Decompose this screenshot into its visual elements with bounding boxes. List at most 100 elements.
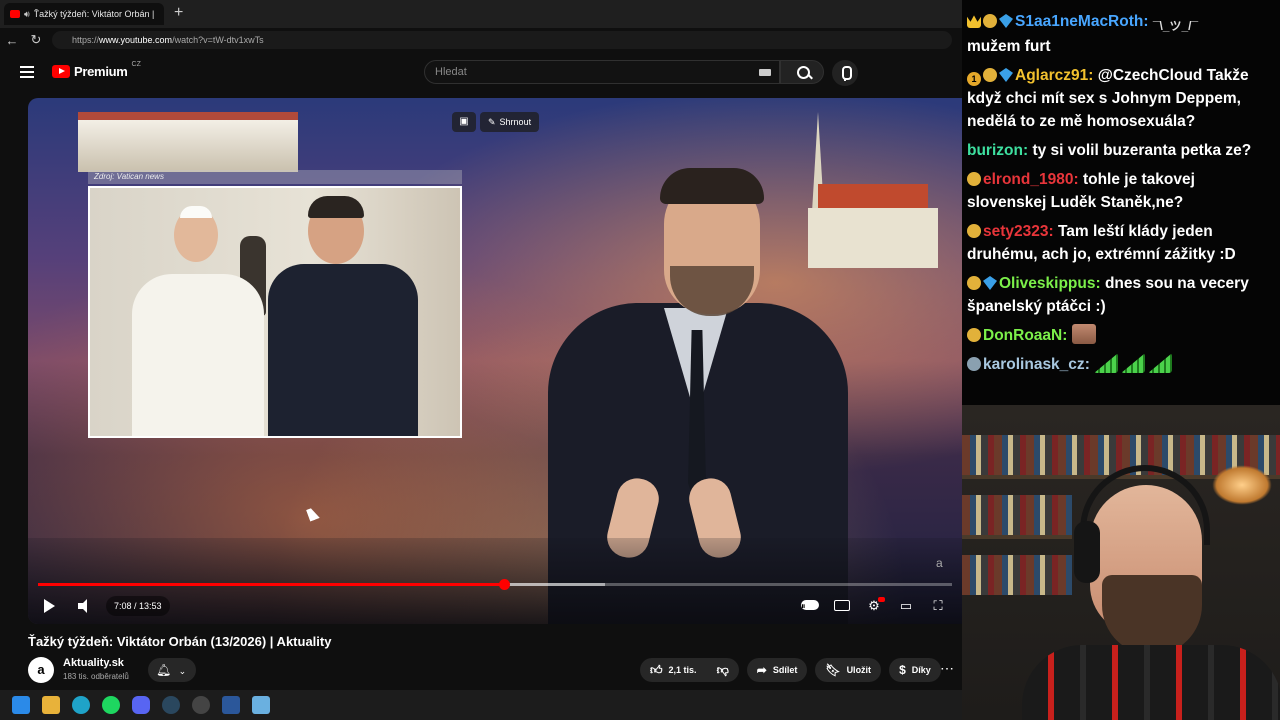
save-button[interactable]: 🔖︎ Uložit — [815, 658, 882, 682]
church-backdrop — [808, 184, 938, 268]
back-arrow-icon[interactable]: ← — [0, 33, 24, 48]
logo-text: Premium — [74, 64, 128, 79]
signal-bars-emote-icon — [1094, 353, 1119, 373]
notification-bell-button[interactable]: 🔔︎ ⌄ — [148, 658, 196, 682]
subscriber-count: 183 tis. odběratelů — [63, 672, 129, 681]
thanks-button[interactable]: $ Díky — [889, 658, 941, 682]
chat-username[interactable]: Oliveskippus — [999, 275, 1095, 292]
url-field[interactable]: https://www.youtube.com/watch?v=tW-dtv1x… — [52, 31, 952, 49]
webcam-feed — [962, 405, 1280, 720]
share-button[interactable]: ➦ Sdílet — [746, 658, 808, 682]
file-explorer-icon[interactable] — [42, 696, 60, 714]
gem-badge-icon — [999, 14, 1013, 28]
channel-name[interactable]: Aktuality.sk — [63, 657, 124, 669]
play-icon[interactable] — [44, 599, 55, 613]
steam-icon[interactable] — [162, 696, 180, 714]
video-player[interactable]: ▣ ✎ Shrnout Zdroj: Vatican news a 7:08 /… — [28, 98, 962, 624]
hand-badge-icon — [983, 14, 997, 28]
time-display: 7:08 / 13:53 — [106, 596, 170, 616]
browser-tab[interactable]: 🔊︎ Ťažký týždeň: Viktátor Orbán | — [4, 3, 164, 25]
autoplay-toggle-icon — [801, 597, 819, 615]
chat-username[interactable]: elrond_1980 — [983, 171, 1073, 188]
logo-region: CZ — [131, 61, 141, 68]
crown-badge-icon — [967, 15, 981, 28]
discord-icon[interactable] — [132, 696, 150, 714]
chat-username[interactable]: DonRoaaN — [983, 327, 1062, 344]
hand-badge-icon — [967, 172, 981, 186]
picture-in-picture-icon[interactable]: ▣ — [452, 112, 476, 132]
chat-username[interactable]: karolinask_cz — [983, 356, 1085, 373]
channel-watermark: a — [936, 556, 943, 570]
fullscreen-icon[interactable]: ⛶ — [928, 597, 948, 615]
signal-bars-emote-icon — [1148, 353, 1173, 373]
edge-browser-icon[interactable] — [72, 696, 90, 714]
chat-separator: : — [1095, 275, 1105, 292]
speaker-icon[interactable]: 🔊︎ — [24, 9, 30, 20]
chat-message: elrond_1980: tohle je takovej slovenskej… — [967, 168, 1276, 214]
politician-suit — [268, 264, 418, 436]
share-icon: ➦ — [756, 663, 767, 677]
bookmark-icon: 🔖︎ — [825, 663, 841, 677]
player-controls: 7:08 / 13:53 ⚙ ▭ ⛶ — [28, 592, 962, 620]
chat-username[interactable]: sety2323 — [983, 223, 1049, 240]
windows-start-icon[interactable] — [12, 696, 30, 714]
pope-cap — [180, 206, 212, 218]
signal-bars-emote-icon — [1121, 353, 1146, 373]
headphone-cup — [1074, 521, 1100, 583]
channel-avatar[interactable]: a — [28, 657, 54, 683]
hand-badge-icon — [967, 224, 981, 238]
summary-label: Shrnout — [499, 117, 532, 127]
menu-icon[interactable] — [20, 66, 34, 78]
chat-username[interactable]: burizon — [967, 142, 1023, 159]
chat-message: burizon: ty si volil buzeranta petka ze? — [967, 139, 1276, 162]
notepad-icon[interactable] — [252, 696, 270, 714]
new-tab-button[interactable]: + — [174, 4, 183, 22]
microphone-icon[interactable] — [832, 60, 858, 86]
thumbs-down-icon[interactable]: 👎︎ — [717, 663, 729, 678]
chat-username[interactable]: Aglarcz91 — [1015, 67, 1088, 84]
chat-message: DonRoaaN: — [967, 324, 1276, 347]
dollar-icon: $ — [899, 663, 906, 677]
streamer-beard — [1102, 575, 1202, 655]
summary-button[interactable]: ✎ Shrnout — [480, 112, 540, 132]
progress-bar[interactable] — [38, 579, 952, 590]
youtube-header: Premium CZ Hledat — [0, 52, 962, 96]
grey-badge-icon — [967, 357, 981, 371]
miniplayer-icon[interactable]: ▭ — [896, 597, 916, 615]
gem-badge-icon — [983, 276, 997, 290]
like-button[interactable]: 👍︎ 2,1 tis. 👎︎ — [640, 658, 739, 682]
bookshelf-books-middle — [962, 495, 1072, 535]
search-input[interactable]: Hledat — [424, 60, 780, 84]
mouse-cursor-icon — [306, 506, 320, 522]
youtube-logo[interactable]: Premium CZ — [52, 61, 141, 79]
volume-icon[interactable] — [78, 599, 92, 613]
chat-separator: : — [1088, 67, 1098, 84]
video-title: Ťažký týždeň: Viktátor Orbán (13/2026) |… — [28, 634, 332, 649]
shrug-emote-icon: ¯\_ツ_/¯ — [1152, 19, 1199, 33]
bell-icon: 🔔︎ — [156, 663, 172, 677]
chat-message: Oliveskippus: dnes sou na vecery španels… — [967, 272, 1276, 318]
spotify-icon[interactable] — [102, 696, 120, 714]
bookshelf-shelf-lower — [962, 535, 1072, 539]
reload-icon[interactable]: ↻ — [24, 32, 48, 48]
settings-gear-icon[interactable]: ⚙ — [864, 597, 885, 615]
streamer-shirt — [1022, 645, 1280, 720]
chat-username[interactable]: S1aa1neMacRoth — [1015, 13, 1143, 30]
bookshelf-books-lower — [962, 555, 1072, 595]
chat-message: karolinask_cz: — [967, 353, 1276, 376]
search-placeholder: Hledat — [435, 66, 467, 78]
autoplay-toggle[interactable] — [800, 597, 820, 615]
search-icon[interactable] — [780, 60, 824, 84]
windows-taskbar — [0, 690, 962, 720]
chat-separator: : — [1143, 13, 1153, 30]
more-options-icon[interactable]: ⋯ — [940, 660, 954, 677]
obs-icon[interactable] — [192, 696, 210, 714]
chat-separator: : — [1084, 356, 1095, 373]
keyboard-icon[interactable] — [759, 69, 771, 76]
word-icon[interactable] — [222, 696, 240, 714]
politician-hair — [308, 196, 364, 218]
hand-badge-icon — [967, 276, 981, 290]
video-actions: 👍︎ 2,1 tis. 👎︎ ➦ Sdílet 🔖︎ Uložit $ Díky — [640, 658, 941, 682]
hand-badge-icon — [967, 328, 981, 342]
subtitles-icon[interactable] — [832, 597, 852, 615]
